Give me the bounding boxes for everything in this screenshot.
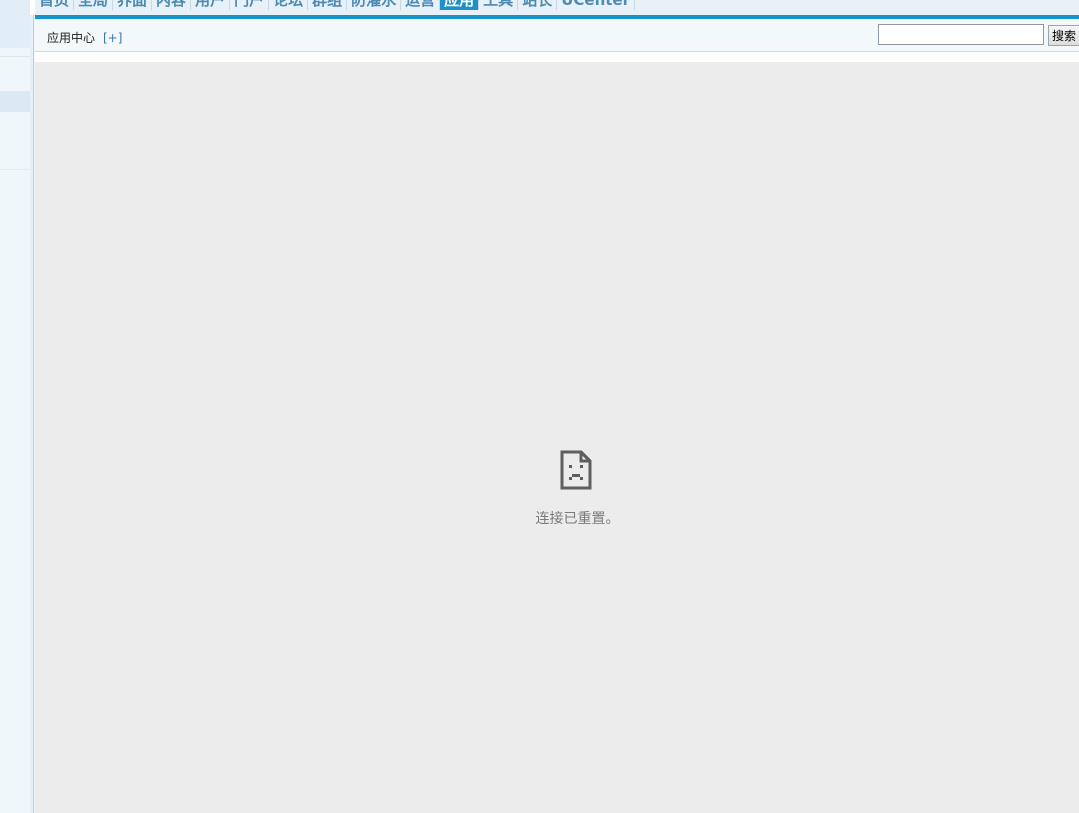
search-input[interactable] — [878, 24, 1044, 45]
nav-item-content[interactable]: 内容 — [152, 0, 192, 10]
error-message: 连接已重置。 — [535, 511, 620, 527]
app-window: 首页 全局 界面 内容 用户 门户 论坛 群组 防灌水 运营 应用 工具 站长 … — [0, 0, 1079, 813]
add-app-link[interactable]: [+] — [103, 31, 122, 45]
nav-item-forum[interactable]: 论坛 — [269, 0, 309, 10]
nav-item-home[interactable]: 首页 — [35, 0, 75, 10]
sidebar-header — [0, 0, 30, 48]
sad-page-icon — [560, 450, 592, 490]
top-nav: 首页 全局 界面 内容 用户 门户 论坛 群组 防灌水 运营 应用 工具 站长 … — [35, 0, 1079, 15]
left-sidebar — [0, 0, 30, 813]
sidebar-divider — [0, 169, 30, 170]
nav-item-interface[interactable]: 界面 — [113, 0, 153, 10]
nav-item-tools[interactable]: 工具 — [479, 0, 519, 10]
sidebar-divider — [0, 56, 30, 57]
nav-item-global[interactable]: 全局 — [74, 0, 114, 10]
content-frame: 连接已重置。 — [35, 62, 1079, 813]
nav-item-apps[interactable]: 应用 — [440, 0, 480, 10]
nav-item-portal[interactable]: 门户 — [230, 0, 270, 10]
page-title: 应用中心 — [47, 31, 96, 45]
nav-item-operations[interactable]: 运营 — [401, 0, 441, 10]
nav-item-webmaster[interactable]: 站长 — [518, 0, 558, 10]
main-content: 连接已重置。 — [35, 53, 1079, 813]
sidebar-item-active[interactable] — [0, 91, 30, 112]
nav-item-ucenter[interactable]: UCenter — [557, 0, 635, 10]
top-nav-list: 首页 全局 界面 内容 用户 门户 论坛 群组 防灌水 运营 应用 工具 站长 … — [35, 0, 1079, 15]
search-button[interactable]: 搜索 — [1048, 25, 1079, 46]
nav-item-groups[interactable]: 群组 — [308, 0, 348, 10]
nav-item-users[interactable]: 用户 — [191, 0, 231, 10]
sub-header: 应用中心 [+] 搜索 — [35, 19, 1079, 52]
nav-item-antispam[interactable]: 防灌水 — [347, 0, 402, 10]
